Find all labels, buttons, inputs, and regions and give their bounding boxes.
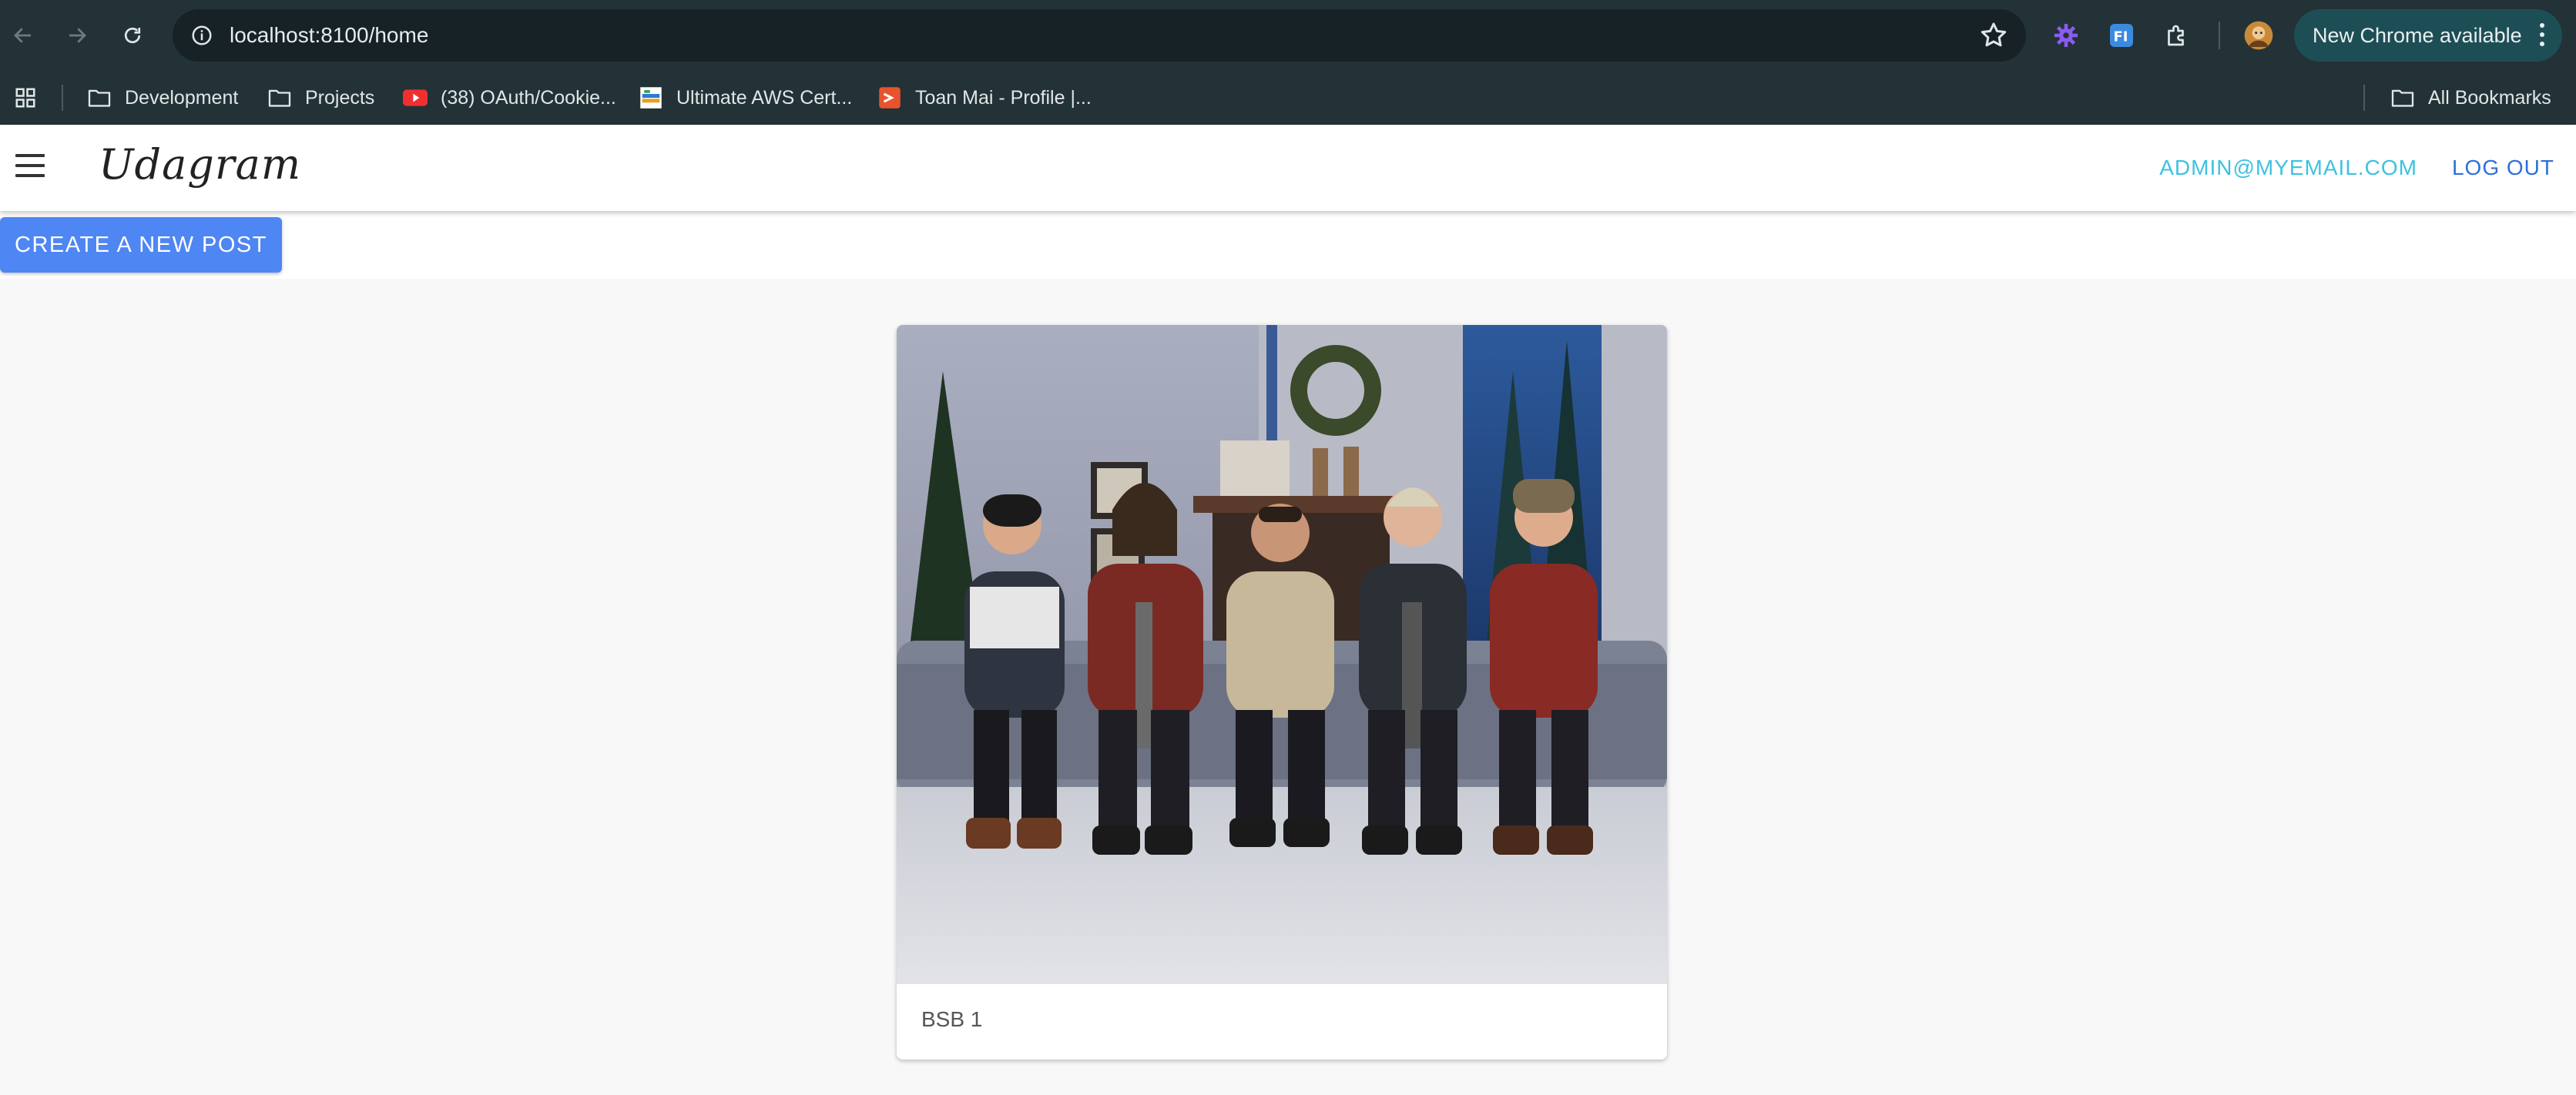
bookmark-oauth-video[interactable]: (38) OAuth/Cookie... — [402, 71, 616, 125]
bookmark-label: Development — [125, 86, 239, 109]
back-arrow-icon[interactable] — [5, 17, 42, 54]
bookmark-label: Toan Mai - Profile |... — [915, 86, 1092, 109]
folder-icon — [267, 86, 293, 109]
profile-avatar-icon[interactable] — [2242, 18, 2276, 52]
youtube-icon — [402, 86, 428, 109]
site-favicon — [638, 86, 664, 109]
bookmarks-bar: Development Projects (38) OAuth/Cookie..… — [0, 71, 2576, 125]
forward-arrow-icon[interactable] — [59, 17, 96, 54]
create-new-post-button[interactable]: CREATE A NEW POST — [0, 217, 282, 273]
bookmarks-divider — [2363, 85, 2365, 111]
bookmark-toan-mai-profile[interactable]: Toan Mai - Profile |... — [877, 71, 1092, 125]
url-text[interactable]: localhost:8100/home — [230, 9, 428, 62]
post-card[interactable]: BSB 1 — [897, 325, 1667, 1060]
new-chrome-available-button[interactable]: New Chrome available — [2294, 9, 2562, 62]
site-info-icon[interactable] — [185, 18, 219, 52]
bookmark-label: Ultimate AWS Cert... — [676, 86, 853, 109]
user-email-link[interactable]: ADMIN@MYEMAIL.COM — [2159, 156, 2417, 180]
menu-icon[interactable] — [15, 154, 45, 179]
app-header: Udagram ADMIN@MYEMAIL.COM LOG OUT — [0, 125, 2576, 211]
brand-title: Udagram — [99, 140, 302, 189]
bookmark-development[interactable]: Development — [86, 71, 238, 125]
all-bookmarks-folder[interactable]: All Bookmarks — [2390, 71, 2551, 125]
bookmark-label: Projects — [305, 86, 375, 109]
new-chrome-label: New Chrome available — [2313, 23, 2522, 47]
post-caption: BSB 1 — [921, 1007, 983, 1031]
post-image — [897, 325, 1667, 984]
folder-icon — [86, 86, 112, 109]
logout-button[interactable]: LOG OUT — [2452, 156, 2554, 180]
extensions-puzzle-icon[interactable] — [2160, 18, 2194, 52]
folder-icon — [2390, 86, 2416, 109]
bookmark-projects[interactable]: Projects — [267, 71, 374, 125]
action-toolbar: CREATE A NEW POST — [0, 211, 2576, 279]
address-bar[interactable]: localhost:8100/home — [173, 9, 2026, 62]
apps-grid-icon[interactable] — [14, 71, 37, 125]
gear-extension-icon[interactable] — [2049, 18, 2083, 52]
bookmark-aws-cert[interactable]: Ultimate AWS Cert... — [638, 71, 852, 125]
chrome-menu-icon[interactable] — [2539, 23, 2545, 48]
toolbar-divider — [2219, 22, 2220, 49]
speakerdeck-icon — [877, 86, 903, 109]
svg-text:FI: FI — [2114, 29, 2128, 45]
reload-icon[interactable] — [114, 17, 151, 54]
browser-toolbar: localhost:8100/home FI New Chrome availa… — [0, 0, 2576, 71]
bookmark-star-icon[interactable] — [1978, 20, 2009, 51]
bookmarks-divider — [62, 85, 63, 111]
all-bookmarks-label: All Bookmarks — [2428, 86, 2551, 109]
translate-extension-icon[interactable]: FI — [2105, 18, 2138, 52]
bookmark-label: (38) OAuth/Cookie... — [441, 86, 616, 109]
